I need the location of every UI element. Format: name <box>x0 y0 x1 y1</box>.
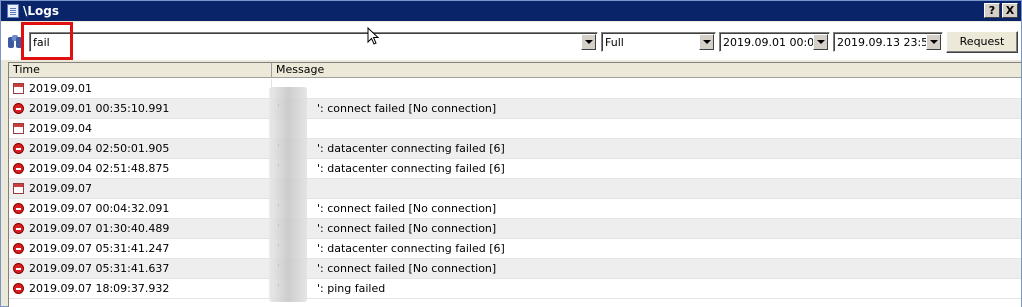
time-cell: 2019.09.01 <box>9 79 272 99</box>
message-cell: '': datacenter connecting failed [6] <box>277 242 505 255</box>
error-icon <box>13 203 24 214</box>
time-text: 2019.09.07 00:04:32.091 <box>29 202 170 215</box>
message-text: ': datacenter connecting failed [6] <box>317 142 505 155</box>
help-button[interactable]: ? <box>984 3 1000 18</box>
time-cell: 2019.09.07 18:09:37.932 <box>9 279 272 299</box>
date-to-picker[interactable]: 2019.09.13 23:59 <box>833 32 943 52</box>
column-header-message[interactable]: Message <box>272 63 1021 78</box>
mouse-cursor-icon <box>367 27 380 45</box>
table-row[interactable]: 2019.09.07 18:09:37.932'': ping failed <box>9 279 1021 299</box>
table-row[interactable]: 2019.09.01 00:35:10.991 '': connect faile… <box>9 99 1021 119</box>
message-text: ': datacenter connecting failed [6] <box>317 162 505 175</box>
message-cell: '': datacenter connecting failed [6] <box>277 162 505 175</box>
logs-window: \Logs ? X fail Full 2019.09.01 00:00 201… <box>0 0 1022 307</box>
calendar-icon <box>13 183 24 194</box>
time-text: 2019.09.07 05:31:41.247 <box>29 242 170 255</box>
highlight-box <box>21 22 73 60</box>
error-icon <box>13 143 24 154</box>
calendar-icon <box>13 83 24 94</box>
date-to-value[interactable]: 2019.09.13 23:59 <box>837 36 935 49</box>
message-cell: '': connect failed [No connection] <box>277 222 496 235</box>
time-text: 2019.09.04 <box>29 122 92 135</box>
error-icon <box>13 223 24 234</box>
time-cell: 2019.09.07 01:30:40.489 <box>9 219 272 239</box>
message-text: ': connect failed [No connection] <box>317 262 497 275</box>
time-text: 2019.09.07 05:31:41.637 <box>29 262 170 275</box>
time-text: 2019.09.04 02:51:48.875 <box>29 162 170 175</box>
time-text: 2019.09.07 01:30:40.489 <box>29 222 170 235</box>
error-icon <box>13 243 24 254</box>
message-text: ': datacenter connecting failed [6] <box>317 242 505 255</box>
grid-rows: 2019.09.01 2019.09.01 00:35:10.991 '': con… <box>9 79 1021 299</box>
close-button[interactable]: X <box>1002 3 1018 18</box>
window-title: \Logs <box>23 4 60 18</box>
time-cell: 2019.09.04 <box>9 119 272 139</box>
redacted-area <box>269 87 307 302</box>
toolbar: fail Full 2019.09.01 00:00 2019.09.13 23… <box>1 22 1021 60</box>
table-row[interactable]: 2019.09.07 01:30:40.489 '': connect faile… <box>9 219 1021 239</box>
message-text: ': connect failed [No connection] <box>317 222 497 235</box>
error-icon <box>13 283 24 294</box>
table-row[interactable]: 2019.09.07 05:31:41.637 '': connect faile… <box>9 259 1021 279</box>
message-cell: '': connect failed [No connection] <box>277 202 496 215</box>
title-bar[interactable]: \Logs ? X <box>1 1 1021 21</box>
time-cell: 2019.09.07 05:31:41.247 <box>9 239 272 259</box>
time-cell: 2019.09.07 05:31:41.637 <box>9 259 272 279</box>
date-from-picker[interactable]: 2019.09.01 00:00 <box>719 32 830 52</box>
chevron-down-icon[interactable] <box>699 34 714 50</box>
time-text: 2019.09.07 18:09:37.932 <box>29 282 170 295</box>
table-row[interactable]: 2019.09.07 00:04:32.091 '': connect faile… <box>9 199 1021 219</box>
time-text: 2019.09.01 00:35:10.991 <box>29 102 170 115</box>
time-cell: 2019.09.04 02:51:48.875 <box>9 159 272 179</box>
message-cell: '': connect failed [No connection] <box>277 102 496 115</box>
level-value: Full <box>605 36 624 49</box>
time-text: 2019.09.01 <box>29 82 92 95</box>
chevron-down-icon[interactable] <box>926 34 941 50</box>
error-icon <box>13 263 24 274</box>
message-cell: '': connect failed [No connection] <box>277 262 496 275</box>
message-text: ': ping failed <box>317 282 386 295</box>
table-row[interactable]: 2019.09.04 <box>9 119 1021 139</box>
table-row[interactable]: 2019.09.01 <box>9 79 1021 99</box>
filter-combobox[interactable]: fail <box>29 32 598 52</box>
message-text: ': connect failed [No connection] <box>317 102 497 115</box>
column-header-time[interactable]: Time <box>9 63 272 78</box>
document-icon <box>7 4 19 18</box>
grid-header: Time Message <box>9 63 1021 78</box>
time-cell: 2019.09.07 00:04:32.091 <box>9 199 272 219</box>
table-row[interactable]: 2019.09.07 <box>9 179 1021 199</box>
chevron-down-icon[interactable] <box>581 34 596 50</box>
table-row[interactable]: 2019.09.04 02:50:01.905 '': datacenter co… <box>9 139 1021 159</box>
time-text: 2019.09.04 02:50:01.905 <box>29 142 170 155</box>
time-text: 2019.09.07 <box>29 182 92 195</box>
error-icon <box>13 103 24 114</box>
table-row[interactable]: 2019.09.04 02:51:48.875 '': datacenter co… <box>9 159 1021 179</box>
log-grid: Time Message 2019.09.01 2019.09.01 00:35:… <box>8 62 1021 307</box>
time-cell: 2019.09.01 00:35:10.991 <box>9 99 272 119</box>
chevron-down-icon[interactable] <box>813 34 828 50</box>
request-button[interactable]: Request <box>946 31 1018 53</box>
error-icon <box>13 163 24 174</box>
message-cell: '': datacenter connecting failed [6] <box>277 142 505 155</box>
time-cell: 2019.09.04 02:50:01.905 <box>9 139 272 159</box>
time-cell: 2019.09.07 <box>9 179 272 199</box>
table-row[interactable]: 2019.09.07 05:31:41.247 '': datacenter co… <box>9 239 1021 259</box>
message-text: ': connect failed [No connection] <box>317 202 497 215</box>
calendar-icon <box>13 123 24 134</box>
date-from-value[interactable]: 2019.09.01 00:00 <box>723 36 821 49</box>
level-select[interactable]: Full <box>601 32 716 52</box>
